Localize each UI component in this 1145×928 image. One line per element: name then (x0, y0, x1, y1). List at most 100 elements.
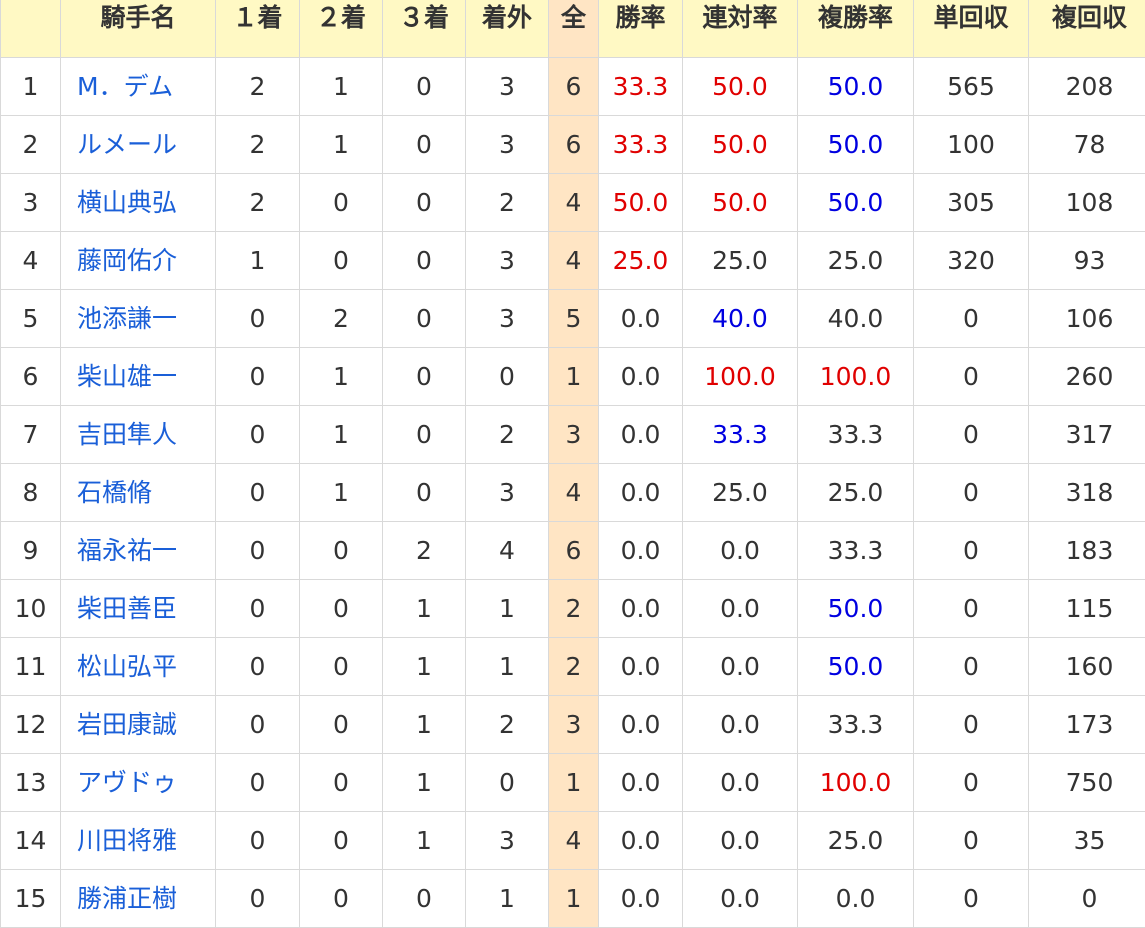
cell-win-return: 0 (913, 579, 1029, 638)
jockey-link[interactable]: 柴田善臣 (60, 579, 216, 638)
cell-third: 1 (382, 811, 466, 870)
cell-rank: 2 (0, 115, 61, 174)
cell-first: 2 (215, 115, 300, 174)
cell-win-rate: 0.0 (598, 405, 683, 464)
cell-rank: 13 (0, 753, 61, 812)
cell-win-return: 305 (913, 173, 1029, 232)
cell-other: 3 (465, 115, 549, 174)
cell-place-return: 208 (1028, 57, 1145, 116)
table-row: 15 勝浦正樹 0 0 0 1 1 0.0 0.0 0.0 0 0 (0, 869, 1145, 928)
cell-third: 0 (382, 231, 466, 290)
cell-win-return: 565 (913, 57, 1029, 116)
cell-third: 2 (382, 521, 466, 580)
jockey-link[interactable]: 柴山雄一 (60, 347, 216, 406)
cell-quinella-rate: 0.0 (682, 811, 798, 870)
cell-win-rate: 0.0 (598, 695, 683, 754)
cell-place-rate: 50.0 (797, 57, 914, 116)
cell-place-return: 173 (1028, 695, 1145, 754)
jockey-link[interactable]: 川田将雅 (60, 811, 216, 870)
cell-quinella-rate: 50.0 (682, 57, 798, 116)
cell-total: 6 (548, 521, 599, 580)
cell-third: 0 (382, 173, 466, 232)
cell-place-rate: 33.3 (797, 521, 914, 580)
cell-first: 0 (215, 463, 300, 522)
cell-place-return: 35 (1028, 811, 1145, 870)
cell-quinella-rate: 0.0 (682, 753, 798, 812)
cell-place-rate: 33.3 (797, 405, 914, 464)
cell-rank: 8 (0, 463, 61, 522)
header-rank (0, 0, 61, 58)
jockey-link[interactable]: 横山典弘 (60, 173, 216, 232)
jockey-link[interactable]: アヴドゥ (60, 753, 216, 812)
cell-other: 3 (465, 289, 549, 348)
jockey-stats-view: 騎手名 １着 ２着 ３着 着外 全 勝率 連対率 複勝率 単回収 複回収 1 M．… (0, 0, 1145, 928)
cell-place-rate: 40.0 (797, 289, 914, 348)
header-other[interactable]: 着外 (465, 0, 549, 58)
cell-total: 4 (548, 811, 599, 870)
cell-total: 4 (548, 173, 599, 232)
cell-win-rate: 0.0 (598, 521, 683, 580)
header-first[interactable]: １着 (215, 0, 300, 58)
cell-win-return: 0 (913, 289, 1029, 348)
cell-total: 4 (548, 231, 599, 290)
cell-other: 2 (465, 405, 549, 464)
table-row: 12 岩田康誠 0 0 1 2 3 0.0 0.0 33.3 0 173 (0, 695, 1145, 754)
cell-third: 0 (382, 115, 466, 174)
table-row: 4 藤岡佑介 1 0 0 3 4 25.0 25.0 25.0 320 93 (0, 231, 1145, 290)
header-quinella-rate[interactable]: 連対率 (682, 0, 798, 58)
jockey-stats-table: 騎手名 １着 ２着 ３着 着外 全 勝率 連対率 複勝率 単回収 複回収 1 M．… (0, 0, 1145, 928)
header-second[interactable]: ２着 (299, 0, 383, 58)
header-total[interactable]: 全 (548, 0, 599, 58)
cell-rank: 1 (0, 57, 61, 116)
header-third[interactable]: ３着 (382, 0, 466, 58)
jockey-link[interactable]: 勝浦正樹 (60, 869, 216, 928)
cell-second: 0 (299, 637, 383, 696)
cell-other: 1 (465, 869, 549, 928)
cell-win-rate: 33.3 (598, 115, 683, 174)
cell-second: 2 (299, 289, 383, 348)
jockey-link[interactable]: 吉田隼人 (60, 405, 216, 464)
cell-quinella-rate: 0.0 (682, 521, 798, 580)
header-place-return[interactable]: 複回収 (1028, 0, 1145, 58)
jockey-link[interactable]: ルメール (60, 115, 216, 174)
cell-first: 0 (215, 869, 300, 928)
cell-other: 0 (465, 753, 549, 812)
cell-quinella-rate: 0.0 (682, 869, 798, 928)
header-win-return[interactable]: 単回収 (913, 0, 1029, 58)
table-row: 5 池添謙一 0 2 0 3 5 0.0 40.0 40.0 0 106 (0, 289, 1145, 348)
cell-second: 1 (299, 405, 383, 464)
jockey-link[interactable]: 松山弘平 (60, 637, 216, 696)
cell-quinella-rate: 33.3 (682, 405, 798, 464)
cell-total: 2 (548, 637, 599, 696)
jockey-link[interactable]: 池添謙一 (60, 289, 216, 348)
header-place-rate[interactable]: 複勝率 (797, 0, 914, 58)
table-row: 1 M．デム 2 1 0 3 6 33.3 50.0 50.0 565 208 (0, 57, 1145, 116)
jockey-link[interactable]: 藤岡佑介 (60, 231, 216, 290)
cell-first: 0 (215, 521, 300, 580)
header-win-rate[interactable]: 勝率 (598, 0, 683, 58)
cell-total: 4 (548, 463, 599, 522)
table-body: 1 M．デム 2 1 0 3 6 33.3 50.0 50.0 565 208 2 ルメール 2 1 0 3 6 3… (0, 57, 1145, 928)
cell-win-return: 0 (913, 637, 1029, 696)
table-row: 10 柴田善臣 0 0 1 1 2 0.0 0.0 50.0 0 115 (0, 579, 1145, 638)
cell-place-return: 0 (1028, 869, 1145, 928)
cell-win-return: 100 (913, 115, 1029, 174)
cell-rank: 15 (0, 869, 61, 928)
cell-other: 4 (465, 521, 549, 580)
cell-place-return: 260 (1028, 347, 1145, 406)
cell-win-rate: 0.0 (598, 289, 683, 348)
cell-quinella-rate: 25.0 (682, 463, 798, 522)
header-jockey-name[interactable]: 騎手名 (60, 0, 216, 58)
cell-win-rate: 0.0 (598, 753, 683, 812)
cell-place-rate: 100.0 (797, 753, 914, 812)
table-row: 9 福永祐一 0 0 2 4 6 0.0 0.0 33.3 0 183 (0, 521, 1145, 580)
cell-other: 3 (465, 463, 549, 522)
jockey-link[interactable]: M．デム (60, 57, 216, 116)
jockey-link[interactable]: 石橋脩 (60, 463, 216, 522)
cell-place-rate: 33.3 (797, 695, 914, 754)
cell-rank: 12 (0, 695, 61, 754)
cell-other: 0 (465, 347, 549, 406)
cell-place-return: 750 (1028, 753, 1145, 812)
jockey-link[interactable]: 岩田康誠 (60, 695, 216, 754)
jockey-link[interactable]: 福永祐一 (60, 521, 216, 580)
